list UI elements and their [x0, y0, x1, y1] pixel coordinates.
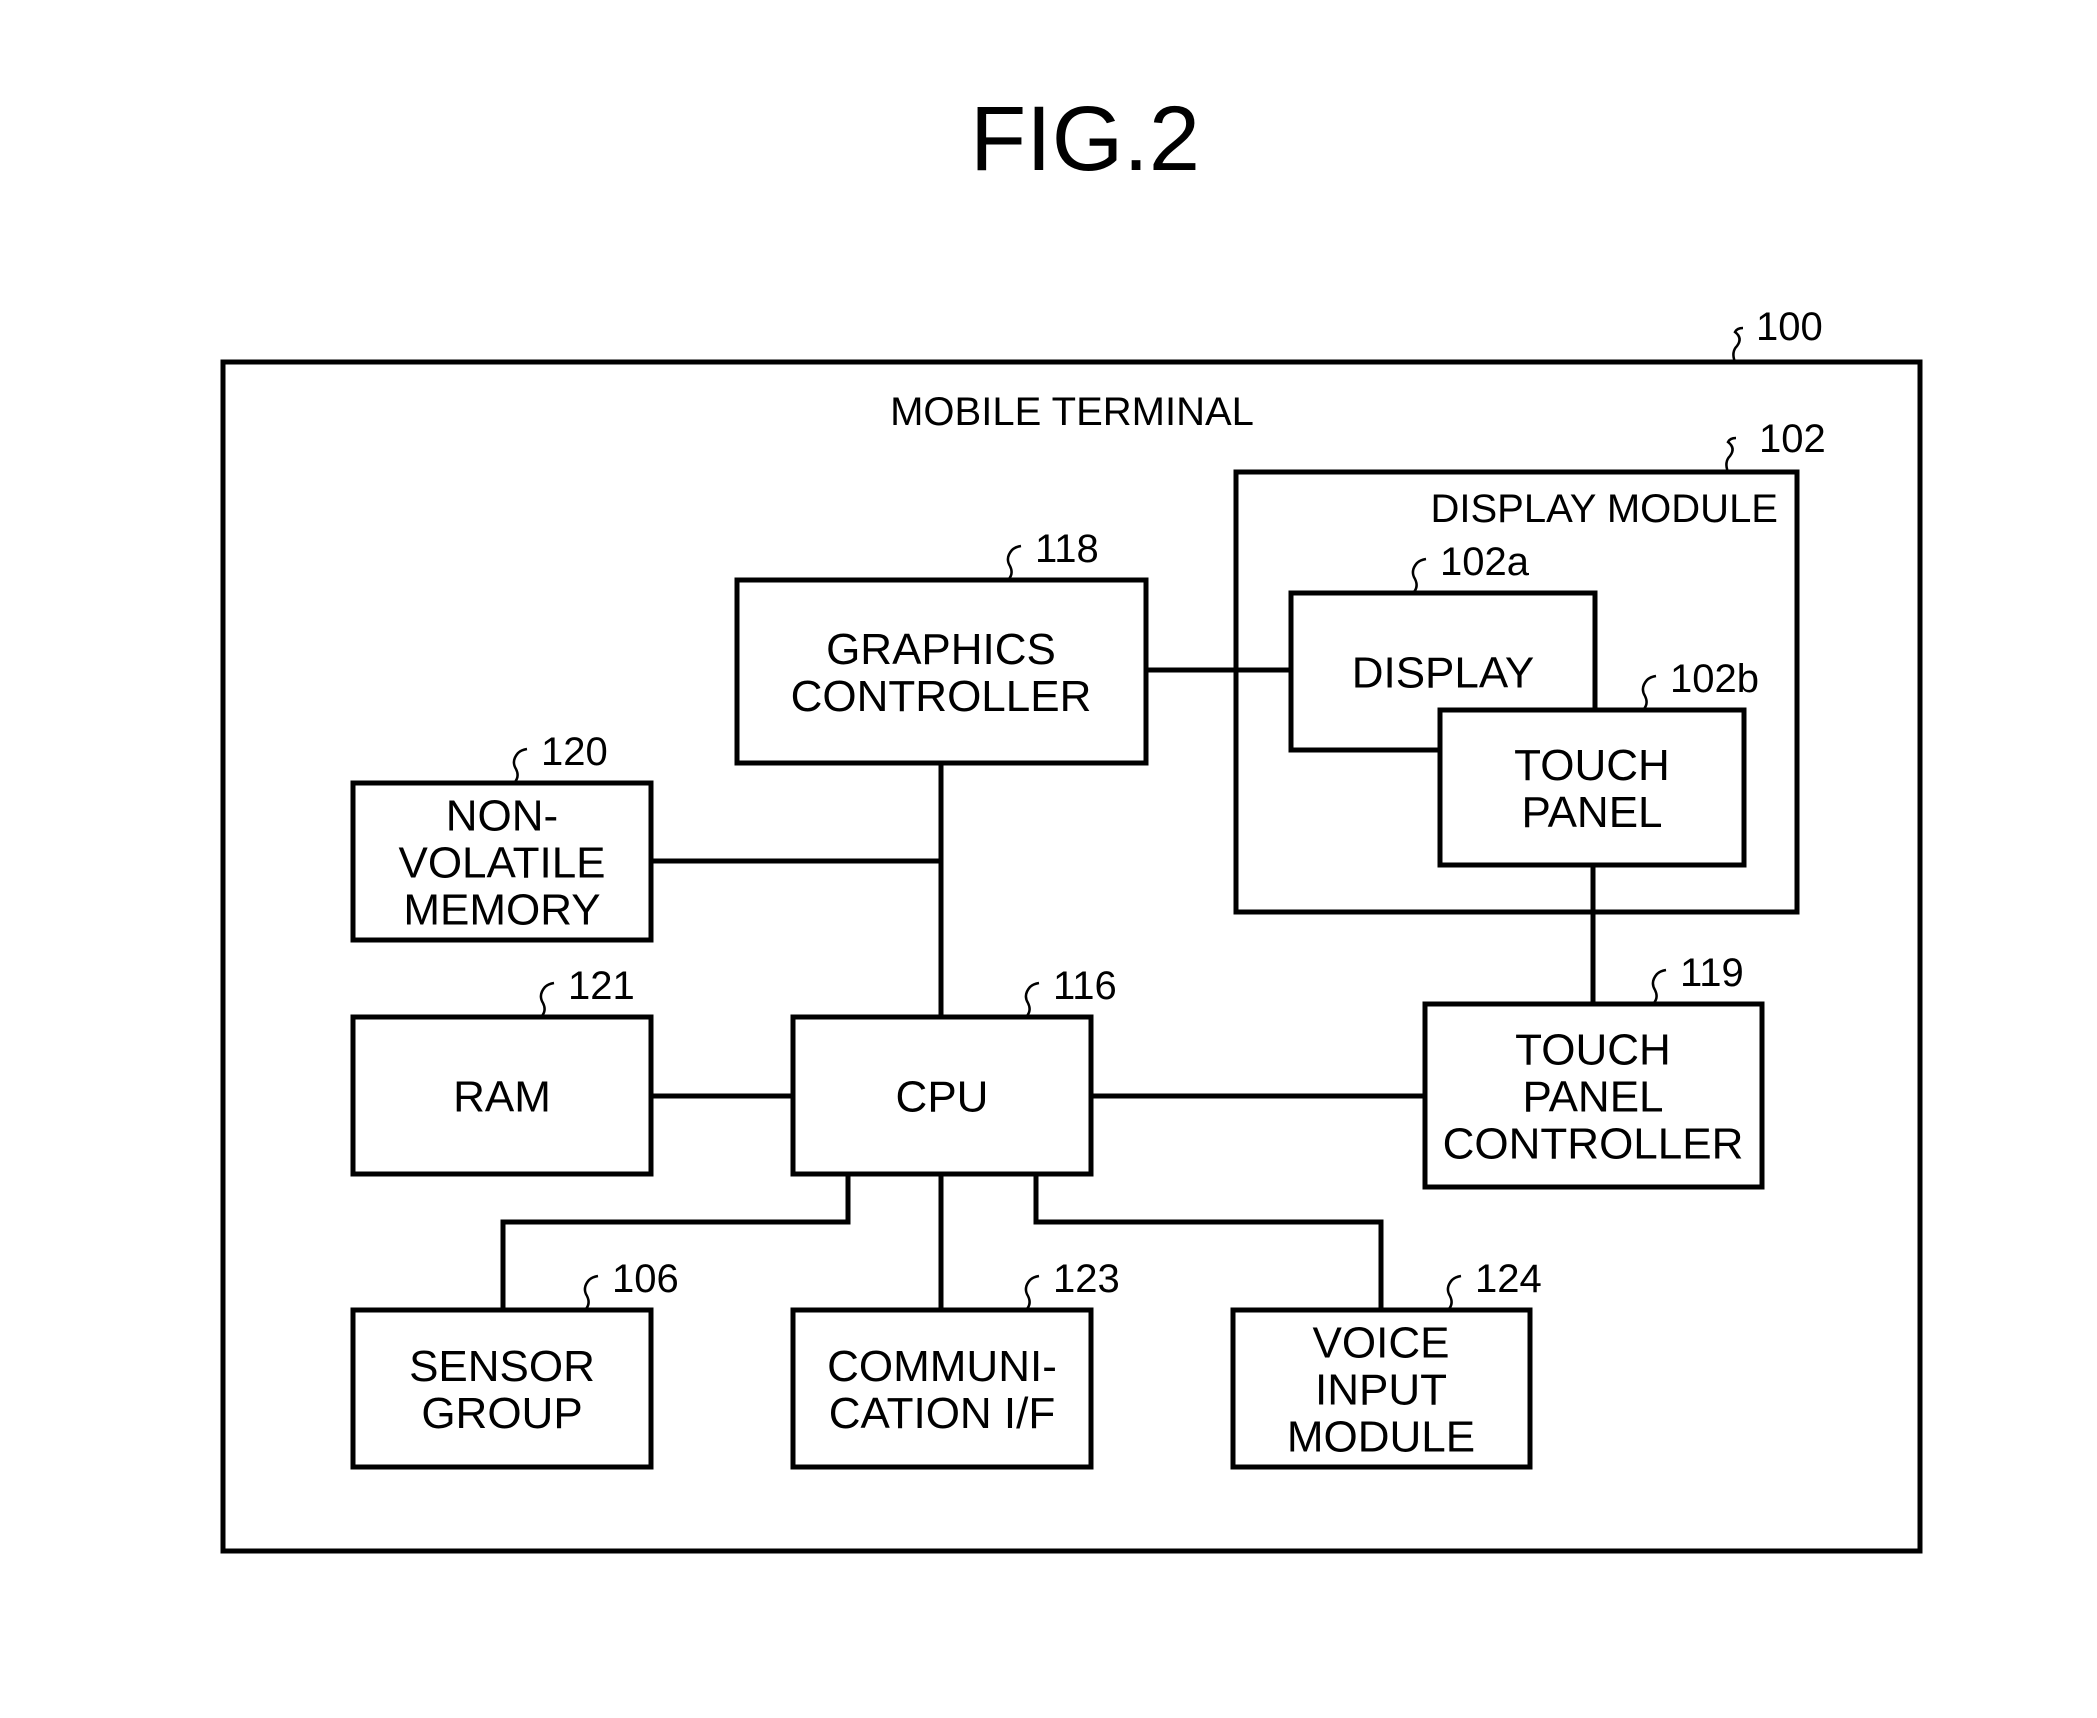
- non-volatile-memory-label-line: VOLATILE: [398, 838, 605, 887]
- ram-label-line: RAM: [453, 1072, 551, 1121]
- ref-102a: 102a: [1440, 540, 1530, 584]
- communication-if-block: COMMUNI-CATION I/F 123: [790, 1257, 1120, 1470]
- ref-116: 116: [1053, 964, 1117, 1008]
- non-volatile-memory-label-line: NON-: [446, 791, 558, 840]
- ref-leader-120: [512, 747, 528, 784]
- ref-119: 119: [1680, 951, 1744, 995]
- ref-leader-100: [1732, 326, 1744, 363]
- ref-100: 100: [1756, 305, 1823, 349]
- ref-118: 118: [1035, 527, 1099, 571]
- cpu-block: CPU 116: [790, 964, 1117, 1177]
- ref-leader-124: [1446, 1274, 1462, 1311]
- ref-106: 106: [612, 1257, 679, 1301]
- graphics-controller-label-line: GRAPHICS: [826, 625, 1056, 674]
- voice-input-module-block: VOICEINPUTMODULE 124: [1230, 1257, 1542, 1470]
- ref-123: 123: [1053, 1257, 1120, 1301]
- voice-input-module-label-line: INPUT: [1315, 1365, 1447, 1414]
- non-volatile-memory-label-line: MEMORY: [403, 885, 600, 934]
- ref-102: 102: [1759, 417, 1826, 461]
- touch-panel-controller-label-line: TOUCH: [1515, 1025, 1671, 1074]
- ref-leader-106: [583, 1274, 599, 1311]
- mobile-terminal-label: MOBILE TERMINAL: [890, 390, 1254, 434]
- ref-leader-121: [539, 981, 555, 1018]
- ref-leader-116: [1024, 981, 1040, 1018]
- ref-leader-118: [1006, 544, 1022, 581]
- figure-title: FIG.2: [970, 88, 1200, 190]
- touch-panel-controller-label-line: CONTROLLER: [1443, 1119, 1744, 1168]
- touch-panel-controller-label-line: PANEL: [1522, 1072, 1663, 1121]
- ref-leader-119: [1651, 968, 1667, 1005]
- ref-120: 120: [541, 730, 608, 774]
- touch-panel-label-line: PANEL: [1521, 788, 1662, 837]
- graphics-controller-block: GRAPHICSCONTROLLER 118: [734, 527, 1149, 766]
- display-module-label: DISPLAY MODULE: [1430, 487, 1778, 531]
- ref-102b: 102b: [1670, 657, 1759, 701]
- connectors: [500, 667, 1596, 1310]
- ref-leader-123: [1024, 1274, 1040, 1311]
- non-volatile-memory-block: NON-VOLATILEMEMORY 120: [350, 730, 654, 943]
- ref-leader-102b: [1641, 674, 1657, 711]
- block-diagram: FIG.2 MOBILE TERMINAL 100 DISPLAY MODULE…: [220, 88, 1923, 1554]
- voice-input-module-label-line: VOICE: [1313, 1318, 1450, 1367]
- touch-panel-label-line: TOUCH: [1514, 741, 1670, 790]
- ref-leader-102: [1725, 436, 1737, 473]
- communication-if-label-line: COMMUNI-: [827, 1342, 1057, 1391]
- sensor-group-label-line: SENSOR: [409, 1342, 595, 1391]
- sensor-group-label-line: GROUP: [421, 1389, 582, 1438]
- ref-leader-102a: [1411, 557, 1427, 594]
- voice-input-module-label-line: MODULE: [1287, 1412, 1475, 1461]
- sensor-group-block: SENSORGROUP 106: [350, 1257, 679, 1470]
- graphics-controller-label-line: CONTROLLER: [791, 672, 1092, 721]
- cpu-label-line: CPU: [896, 1072, 989, 1121]
- communication-if-label-line: CATION I/F: [829, 1389, 1056, 1438]
- display-label-line: DISPLAY: [1352, 648, 1535, 697]
- ram-block: RAM 121: [350, 964, 654, 1177]
- ref-121: 121: [568, 964, 635, 1008]
- ref-124: 124: [1475, 1257, 1542, 1301]
